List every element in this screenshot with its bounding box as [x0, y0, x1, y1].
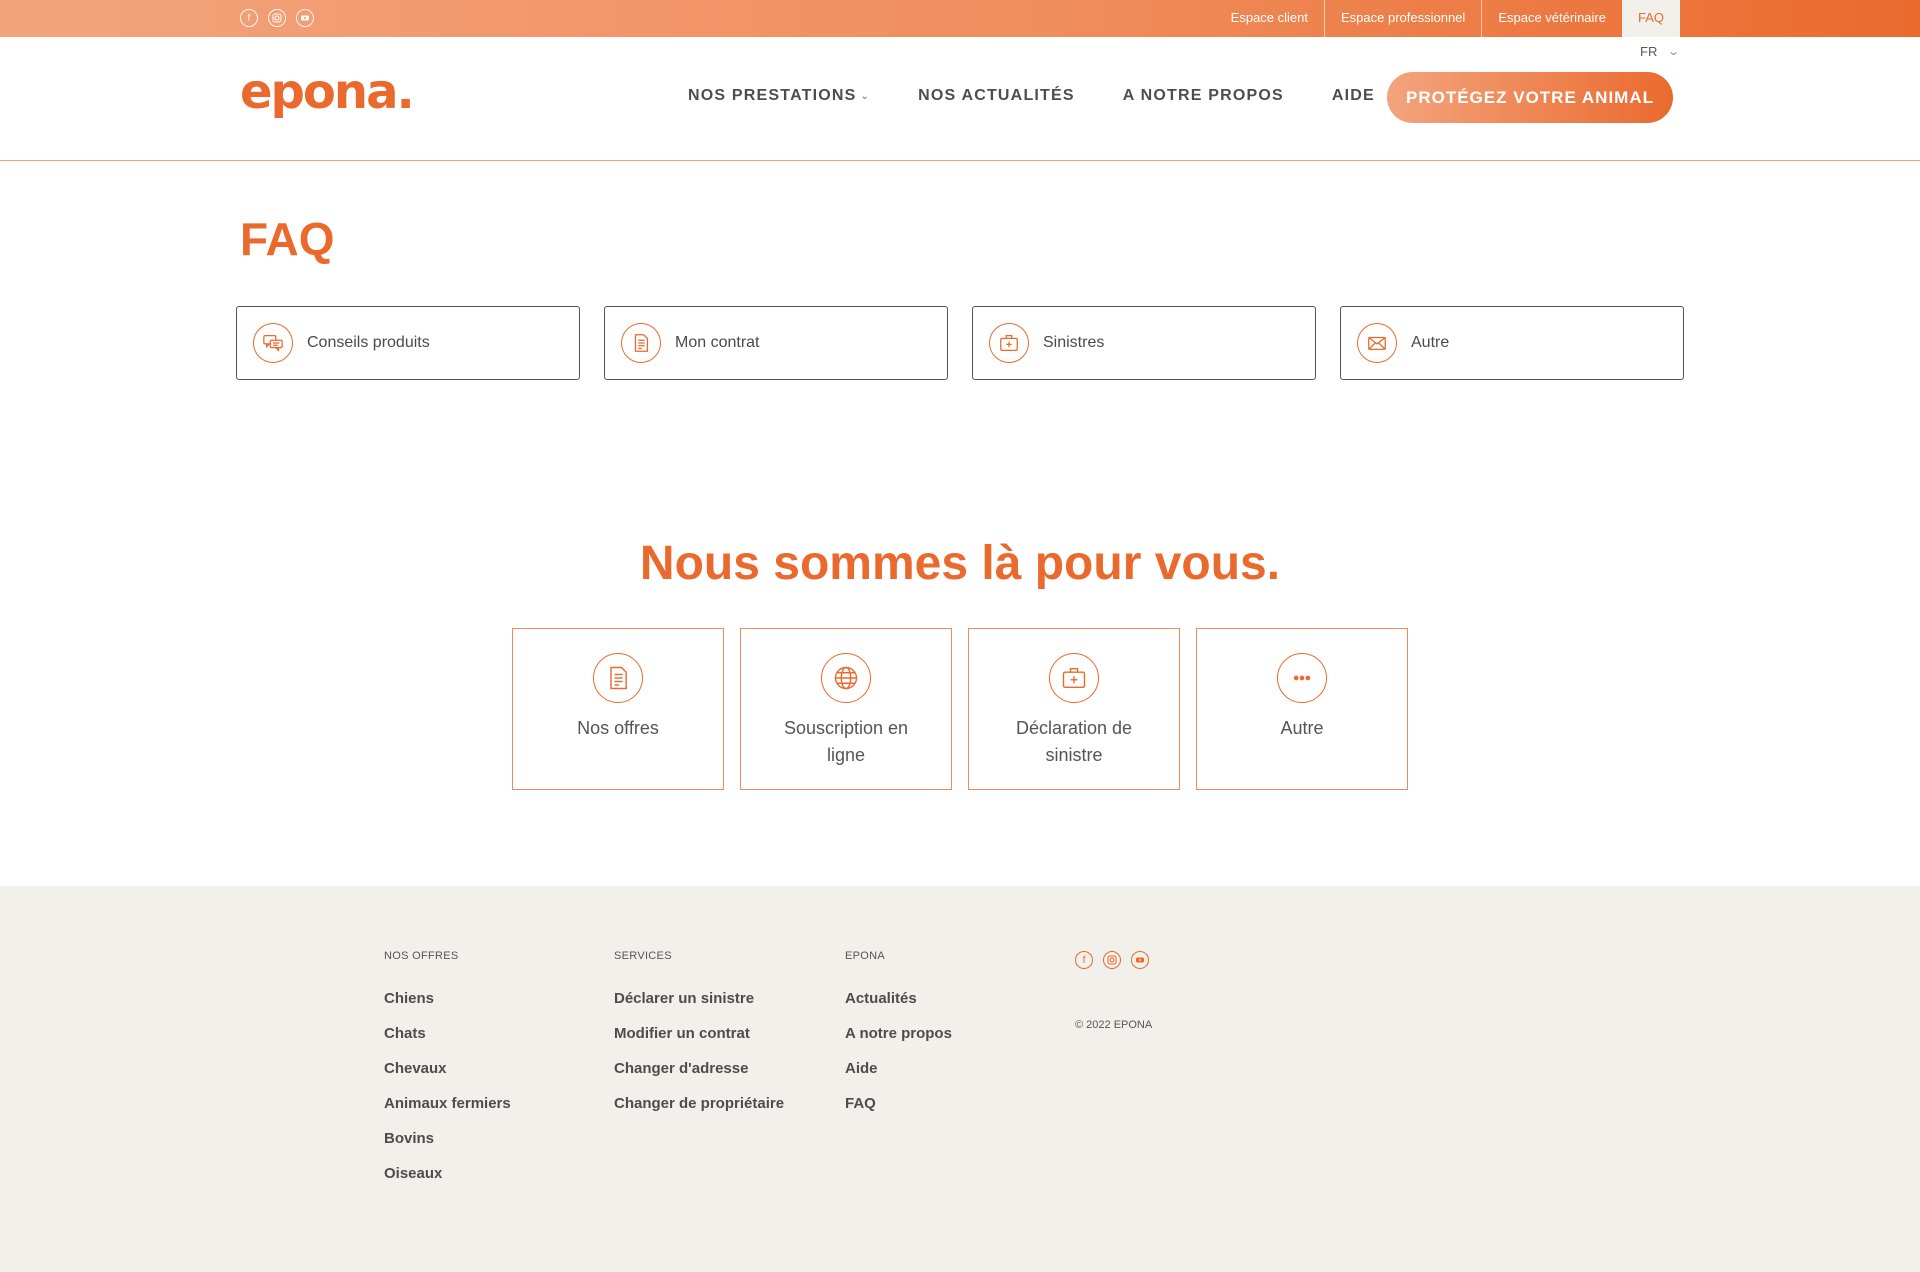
- help-card-label: Souscription en ligne: [783, 718, 909, 765]
- chevron-down-icon: ⌄: [1667, 46, 1681, 58]
- medical-kit-icon: [989, 323, 1029, 363]
- espace-client-link[interactable]: Espace client: [1215, 0, 1324, 37]
- footer-link-chevaux[interactable]: Chevaux: [384, 1060, 511, 1077]
- footer-link-declarer-sinistre[interactable]: Déclarer un sinistre: [614, 990, 784, 1007]
- top-links: Espace client Espace professionnel Espac…: [1215, 0, 1680, 37]
- instagram-icon[interactable]: [1103, 951, 1121, 969]
- help-card-declaration-sinistre[interactable]: Déclaration de sinistre: [968, 628, 1180, 790]
- page-title: FAQ: [240, 213, 335, 265]
- youtube-icon[interactable]: [1131, 951, 1149, 969]
- envelope-icon: [1357, 323, 1397, 363]
- site-footer: NOS OFFRES Chiens Chats Chevaux Animaux …: [0, 886, 1920, 1272]
- footer-link-faq[interactable]: FAQ: [845, 1095, 952, 1112]
- language-selector[interactable]: FR ⌄: [1640, 44, 1681, 59]
- globe-icon: [821, 653, 871, 703]
- faq-category-label: Mon contrat: [675, 334, 760, 351]
- faq-category-autre[interactable]: Autre: [1340, 306, 1684, 380]
- footer-link-modifier-contrat[interactable]: Modifier un contrat: [614, 1025, 784, 1042]
- more-dots-icon: [1277, 653, 1327, 703]
- facebook-icon[interactable]: f: [240, 9, 258, 27]
- protect-animal-button[interactable]: PROTÉGEZ VOTRE ANIMAL: [1387, 72, 1673, 123]
- main-nav: NOS PRESTATIONS ⌄ NOS ACTUALITÉS A NOTRE …: [688, 87, 1423, 105]
- copyright: © 2022 EPONA: [1075, 1019, 1153, 1031]
- footer-link-actualites[interactable]: Actualités: [845, 990, 952, 1007]
- footer-heading: EPONA: [845, 950, 886, 962]
- language-label: FR: [1640, 44, 1658, 59]
- facebook-icon[interactable]: f: [1075, 951, 1093, 969]
- help-card-souscription[interactable]: Souscription en ligne: [740, 628, 952, 790]
- footer-heading: SERVICES: [614, 950, 672, 962]
- nav-nos-actualites[interactable]: NOS ACTUALITÉS: [918, 87, 1075, 105]
- footer-link-chiens[interactable]: Chiens: [384, 990, 511, 1007]
- faq-category-label: Conseils produits: [307, 334, 430, 351]
- footer-heading: NOS OFFRES: [384, 950, 459, 962]
- footer-link-changer-proprietaire[interactable]: Changer de propriétaire: [614, 1095, 784, 1112]
- document-icon: [593, 653, 643, 703]
- nav-nos-prestations[interactable]: NOS PRESTATIONS ⌄: [688, 87, 870, 105]
- espace-professionnel-link[interactable]: Espace professionnel: [1324, 0, 1481, 37]
- faq-category-label: Autre: [1411, 334, 1450, 351]
- top-bar: f Espace client Espace professionnel Esp…: [0, 0, 1920, 37]
- faq-top-link[interactable]: FAQ: [1621, 0, 1680, 37]
- footer-link-a-notre-propos[interactable]: A notre propos: [845, 1025, 952, 1042]
- faq-category-sinistres[interactable]: Sinistres: [972, 306, 1316, 380]
- footer-link-bovins[interactable]: Bovins: [384, 1130, 511, 1147]
- instagram-icon[interactable]: [268, 9, 286, 27]
- top-social-links: f: [240, 9, 314, 27]
- espace-veterinaire-link[interactable]: Espace vétérinaire: [1481, 0, 1622, 37]
- footer-link-changer-adresse[interactable]: Changer d'adresse: [614, 1060, 784, 1077]
- site-header: FR ⌄ epona. NOS PRESTATIONS ⌄ NOS ACTUALI…: [0, 37, 1920, 161]
- footer-column-epona: EPONA Actualités A notre propos Aide FAQ: [845, 950, 952, 1130]
- chat-bubbles-icon: [253, 323, 293, 363]
- help-card-nos-offres[interactable]: Nos offres: [512, 628, 724, 790]
- footer-link-animaux-fermiers[interactable]: Animaux fermiers: [384, 1095, 511, 1112]
- help-cards: Nos offres Souscription en ligne Déclara…: [512, 628, 1408, 790]
- footer-column-services: SERVICES Déclarer un sinistre Modifier u…: [614, 950, 784, 1130]
- footer-link-chats[interactable]: Chats: [384, 1025, 511, 1042]
- footer-column-nos-offres: NOS OFFRES Chiens Chats Chevaux Animaux …: [384, 950, 511, 1200]
- help-card-label: Autre: [1280, 718, 1324, 738]
- faq-category-conseils-produits[interactable]: Conseils produits: [236, 306, 580, 380]
- footer-link-aide[interactable]: Aide: [845, 1060, 952, 1077]
- help-card-label: Nos offres: [577, 718, 659, 738]
- help-card-label: Déclaration de sinistre: [1015, 718, 1133, 765]
- faq-category-label: Sinistres: [1043, 334, 1105, 351]
- faq-category-mon-contrat[interactable]: Mon contrat: [604, 306, 948, 380]
- help-section-title: Nous sommes là pour vous.: [639, 537, 1281, 590]
- footer-social-links: f: [1075, 951, 1149, 969]
- medical-kit-icon: [1049, 653, 1099, 703]
- help-card-autre[interactable]: Autre: [1196, 628, 1408, 790]
- faq-categories: Conseils produits Mon contrat Sinistres …: [236, 306, 1684, 380]
- chevron-down-icon: ⌄: [860, 90, 871, 102]
- youtube-icon[interactable]: [296, 9, 314, 27]
- logo[interactable]: epona.: [240, 68, 415, 116]
- nav-aide[interactable]: AIDE: [1332, 87, 1375, 105]
- document-icon: [621, 323, 661, 363]
- nav-a-notre-propos[interactable]: A NOTRE PROPOS: [1123, 87, 1284, 105]
- footer-link-oiseaux[interactable]: Oiseaux: [384, 1165, 511, 1182]
